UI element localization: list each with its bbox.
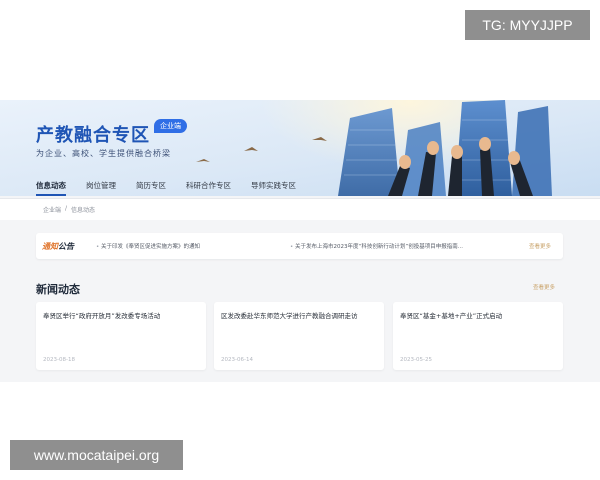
nav-tab-resumes[interactable]: 简历专区 bbox=[136, 180, 166, 192]
hero-banner: 产教融合专区 企业端 为企业、高校、学生提供融合桥梁 信息动态 岗位管理 简历专… bbox=[0, 100, 600, 196]
news-card-date: 2023-06-14 bbox=[221, 357, 253, 363]
banner-title: 产教融合专区 bbox=[36, 125, 150, 146]
nav-tab-research[interactable]: 科研合作专区 bbox=[186, 180, 231, 192]
site-watermark: www.mocataipei.org bbox=[10, 440, 183, 470]
breadcrumb: 企业端 / 信息动态 bbox=[43, 205, 95, 214]
nav-tab-news[interactable]: 信息动态 bbox=[36, 180, 66, 196]
notice-logo-part-b: 公告 bbox=[58, 242, 74, 251]
page: TG: MYYJJPP 产教融合专区 企业端 为企业、高校、学生提供融合桥梁 信… bbox=[0, 0, 600, 480]
nav-tab-mentor[interactable]: 导师实践专区 bbox=[251, 180, 296, 192]
notice-list: 关于印发《奉贤区促进实施方案》的通知 关于发布上海市2023年度“科技创新行动计… bbox=[96, 242, 463, 250]
portal-role-badge: 企业端 bbox=[154, 119, 187, 133]
main-nav: 信息动态 岗位管理 简历专区 科研合作专区 导师实践专区 bbox=[36, 180, 296, 196]
news-card-title: 区发改委赴华东师范大学进行产教融合调研走访 bbox=[221, 312, 358, 320]
banner-subtitle: 为企业、高校、学生提供融合桥梁 bbox=[36, 149, 171, 158]
notice-bar: 通知公告 关于印发《奉贤区促进实施方案》的通知 关于发布上海市2023年度“科技… bbox=[36, 233, 563, 259]
notice-item[interactable]: 关于印发《奉贤区促进实施方案》的通知 bbox=[96, 242, 200, 250]
nav-tab-jobs[interactable]: 岗位管理 bbox=[86, 180, 116, 192]
news-section-title: 新闻动态 bbox=[36, 283, 80, 296]
notice-item[interactable]: 关于发布上海市2023年度“科技创新行动计划”创投基项目申报指南... bbox=[290, 242, 463, 250]
news-card-date: 2023-05-25 bbox=[400, 357, 432, 363]
news-card[interactable]: 区发改委赴华东师范大学进行产教融合调研走访 2023-06-14 bbox=[214, 302, 384, 370]
breadcrumb-bar: 企业端 / 信息动态 bbox=[0, 198, 600, 220]
notice-more-link[interactable]: 查看更多 bbox=[529, 242, 551, 250]
breadcrumb-home[interactable]: 企业端 bbox=[43, 205, 61, 214]
news-card-title: 奉贤区举行“政府开放月”发改委专场活动 bbox=[43, 312, 161, 320]
news-card-date: 2023-08-18 bbox=[43, 357, 75, 363]
notice-logo-part-a: 通知 bbox=[42, 242, 58, 251]
news-more-link[interactable]: 查看更多 bbox=[533, 283, 555, 291]
portal-screenshot: 产教融合专区 企业端 为企业、高校、学生提供融合桥梁 信息动态 岗位管理 简历专… bbox=[0, 100, 600, 382]
breadcrumb-current: 信息动态 bbox=[71, 207, 96, 214]
news-card-title: 奉贤区“基金+基地+产业”正式启动 bbox=[400, 312, 503, 320]
tg-watermark: TG: MYYJJPP bbox=[465, 10, 590, 40]
news-card[interactable]: 奉贤区“基金+基地+产业”正式启动 2023-05-25 bbox=[393, 302, 563, 370]
notice-logo: 通知公告 bbox=[42, 241, 74, 252]
news-card[interactable]: 奉贤区举行“政府开放月”发改委专场活动 2023-08-18 bbox=[36, 302, 206, 370]
breadcrumb-separator: / bbox=[65, 205, 68, 212]
